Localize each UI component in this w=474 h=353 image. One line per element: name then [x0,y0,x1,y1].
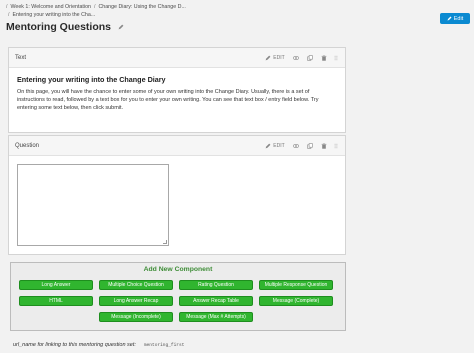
text-block-header: Text EDIT [9,48,345,68]
delete-button[interactable] [317,48,331,68]
add-rating-question-button[interactable]: Rating Question [179,280,253,290]
drag-handle-icon [334,55,338,61]
eye-icon [293,56,299,60]
block-edit-label: EDIT [273,143,285,149]
breadcrumb-item-week1[interactable]: Week 1: Welcome and Orientation [10,4,90,10]
pencil-icon [447,16,452,21]
add-message-max-attempts-button[interactable]: Message (Max # Attempts) [179,312,253,322]
text-block: Text EDIT Entering your writing into the… [8,47,346,133]
add-message-incomplete-button[interactable]: Message (Incomplete) [99,312,173,322]
duplicate-button[interactable] [303,48,317,68]
breadcrumb-sep: / [6,4,8,10]
block-edit-label: EDIT [273,55,285,61]
text-block-heading: Entering your writing into the Change Di… [17,75,166,84]
text-block-paragraph: On this page, you will have the chance t… [17,89,319,112]
preview-button[interactable] [289,136,303,156]
text-block-type-label: Text [15,54,27,61]
trash-icon [321,143,327,149]
question-block-header: Question EDIT [9,136,345,156]
add-message-complete-button[interactable]: Message (Complete) [259,296,333,306]
question-block: Question EDIT [8,135,346,255]
breadcrumb: / Week 1: Welcome and Orientation / Change … [6,3,266,19]
delete-button[interactable] [317,136,331,156]
long-answer-textarea[interactable] [17,164,169,246]
url-name-label: url_name for linking to this mentoring q… [13,342,136,348]
pencil-icon [265,55,271,61]
block-controls: EDIT [261,48,341,68]
add-answer-recap-table-button[interactable]: Answer Recap Table [179,296,253,306]
duplicate-button[interactable] [303,136,317,156]
preview-button[interactable] [289,48,303,68]
trash-icon [321,55,327,61]
add-long-answer-button[interactable]: Long Answer [19,280,93,290]
add-component-title: Add New Component [143,266,213,273]
block-edit-button[interactable]: EDIT [261,136,289,156]
edit-button-label: Edit [453,15,464,22]
page-title-text: Mentoring Questions [6,21,111,33]
text-block-content: Entering your writing into the Change Di… [9,68,345,120]
breadcrumb-sep: / [93,4,96,10]
duplicate-icon [307,55,313,61]
duplicate-icon [307,143,313,149]
pencil-icon [265,143,271,149]
add-multiple-choice-button[interactable]: Multiple Choice Question [99,280,173,290]
block-edit-button[interactable]: EDIT [261,48,289,68]
add-html-button[interactable]: HTML [19,296,93,306]
breadcrumb-sep: / [8,12,10,18]
resize-handle-icon[interactable] [163,240,167,244]
drag-handle-icon [334,143,338,149]
add-long-answer-recap-button[interactable]: Long Answer Recap [99,296,173,306]
breadcrumb-item-change-diary[interactable]: Change Diary: Using the Change D... [98,4,185,10]
edit-button[interactable]: Edit [440,13,470,24]
add-multiple-response-button[interactable]: Multiple Response Question [259,280,333,290]
block-controls: EDIT [261,136,341,156]
add-component-panel: Add New Component Long Answer Multiple C… [10,262,346,331]
url-name-row: url_name for linking to this mentoring q… [13,342,184,348]
breadcrumb-item-current[interactable]: Entering your writing into the Cha... [12,12,95,18]
drag-handle[interactable] [331,48,341,68]
drag-handle[interactable] [331,136,341,156]
eye-icon [293,144,299,148]
pencil-icon[interactable] [118,24,124,30]
page-title: Mentoring Questions [6,21,124,33]
url-name-value: mentoring_first [143,343,185,348]
question-block-type-label: Question [15,142,40,149]
